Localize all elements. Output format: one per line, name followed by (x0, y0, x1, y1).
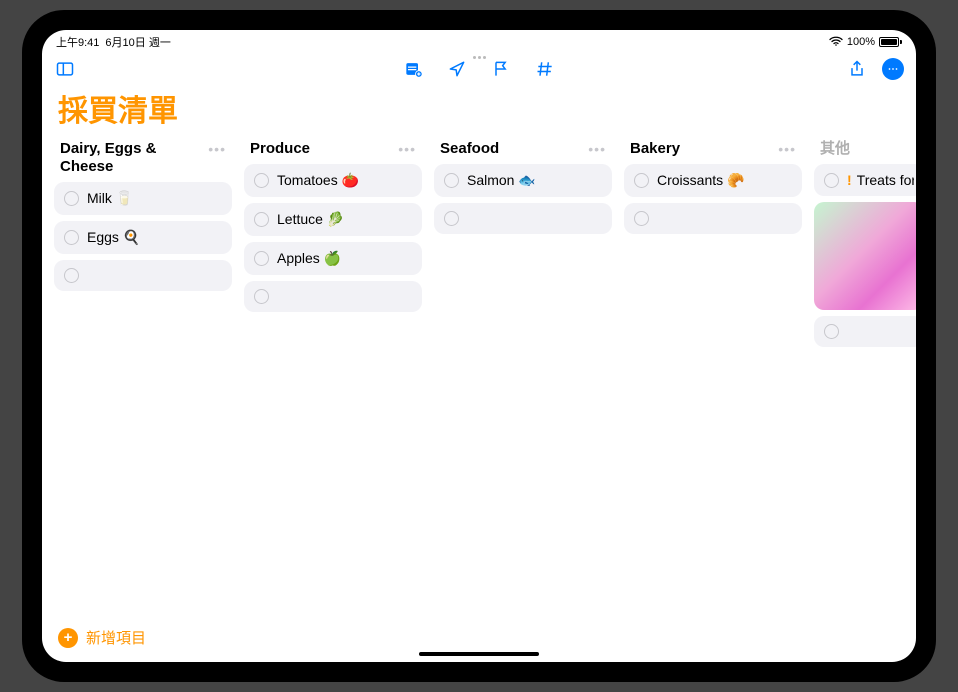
status-date: 6月10日 週一 (105, 34, 170, 50)
status-time: 上午9:41 (56, 34, 99, 50)
battery-icon (879, 37, 902, 47)
list-item[interactable]: Tomatoes 🍅 (244, 164, 422, 197)
status-bar: 上午9:41 6月10日 週一 100% (42, 30, 916, 52)
check-circle[interactable] (824, 173, 839, 188)
list-item[interactable]: !Treats for t (814, 164, 916, 196)
column-title[interactable]: 其他 (820, 140, 850, 158)
priority-icon: ! (847, 172, 852, 188)
list-item[interactable]: Lettuce 🥬 (244, 203, 422, 236)
column-produce: Produce ••• Tomatoes 🍅 Lettuce 🥬 Apples … (244, 140, 422, 617)
list-item[interactable]: Milk 🥛 (54, 182, 232, 215)
column-title[interactable]: Seafood (440, 140, 499, 158)
check-circle[interactable] (634, 211, 649, 226)
column-more-icon[interactable]: ••• (208, 140, 226, 156)
home-indicator[interactable] (419, 652, 539, 656)
toolbar (42, 52, 916, 84)
check-circle[interactable] (254, 289, 269, 304)
column-more-icon[interactable]: ••• (778, 140, 796, 156)
check-circle[interactable] (254, 212, 269, 227)
list-item[interactable]: Salmon 🐟 (434, 164, 612, 197)
list-item-empty[interactable] (434, 203, 612, 234)
check-circle[interactable] (64, 268, 79, 283)
plus-icon: + (58, 628, 78, 648)
list-title: 採買清單 (42, 84, 916, 140)
calendar-icon[interactable] (402, 58, 424, 80)
column-title[interactable]: Bakery (630, 140, 680, 158)
list-item[interactable]: Eggs 🍳 (54, 221, 232, 254)
tag-icon[interactable] (534, 58, 556, 80)
column-bakery: Bakery ••• Croissants 🥐 (624, 140, 802, 617)
check-circle[interactable] (824, 324, 839, 339)
share-icon[interactable] (846, 58, 868, 80)
check-circle[interactable] (64, 230, 79, 245)
list-item-empty[interactable] (244, 281, 422, 312)
ipad-frame: 上午9:41 6月10日 週一 100% (22, 10, 936, 682)
list-item-empty[interactable] (54, 260, 232, 291)
check-circle[interactable] (634, 173, 649, 188)
columns-container[interactable]: Dairy, Eggs & Cheese ••• Milk 🥛 Eggs 🍳 P… (42, 140, 916, 617)
screen: 上午9:41 6月10日 週一 100% (42, 30, 916, 662)
column-more-icon[interactable]: ••• (398, 140, 416, 156)
check-circle[interactable] (64, 191, 79, 206)
list-item-empty[interactable] (814, 316, 916, 347)
battery-pct: 100% (847, 36, 875, 48)
list-item[interactable]: Apples 🍏 (244, 242, 422, 275)
check-circle[interactable] (254, 251, 269, 266)
location-icon[interactable] (446, 58, 468, 80)
more-icon[interactable] (882, 58, 904, 80)
reminder-image[interactable] (814, 202, 916, 310)
column-dairy: Dairy, Eggs & Cheese ••• Milk 🥛 Eggs 🍳 (54, 140, 232, 617)
column-more-icon[interactable]: ••• (588, 140, 606, 156)
check-circle[interactable] (444, 211, 459, 226)
check-circle[interactable] (444, 173, 459, 188)
flag-icon[interactable] (490, 58, 512, 80)
column-title[interactable]: Produce (250, 140, 310, 158)
column-title[interactable]: Dairy, Eggs & Cheese (60, 140, 208, 176)
sidebar-toggle-icon[interactable] (54, 58, 76, 80)
list-item[interactable]: Croissants 🥐 (624, 164, 802, 197)
check-circle[interactable] (254, 173, 269, 188)
column-other: 其他 !Treats for t (814, 140, 916, 617)
list-item-empty[interactable] (624, 203, 802, 234)
column-seafood: Seafood ••• Salmon 🐟 (434, 140, 612, 617)
wifi-icon (829, 36, 843, 49)
